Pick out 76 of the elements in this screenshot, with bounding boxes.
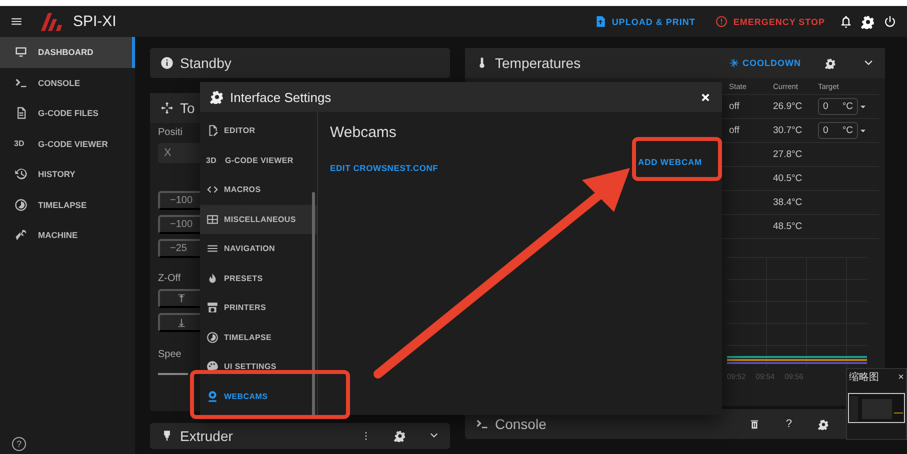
history-icon bbox=[14, 167, 28, 182]
settings-nav-item[interactable]: TIMELAPSE bbox=[200, 322, 317, 352]
settings-nav-item[interactable]: PRINTERS bbox=[200, 293, 317, 322]
current-temp-cell: 48.5°C bbox=[773, 221, 802, 232]
settings-icon bbox=[210, 90, 224, 104]
current-temp-cell: 26.9°C bbox=[773, 101, 802, 112]
sidebar-item[interactable]: DASHBOARD bbox=[0, 37, 135, 68]
current-temp-cell: 27.8°C bbox=[773, 149, 802, 160]
gear-icon bbox=[394, 430, 406, 442]
terminal-icon bbox=[475, 417, 489, 431]
grid-icon bbox=[206, 212, 219, 226]
sidebar-item[interactable]: G-CODE FILES bbox=[0, 98, 135, 128]
file-upload-icon bbox=[594, 15, 607, 28]
snowflake-icon bbox=[728, 58, 738, 68]
upload-print-button[interactable]: UPLOAD & PRINT bbox=[588, 11, 702, 32]
sidebar-item[interactable]: MACHINE bbox=[0, 220, 135, 250]
arrow-up-icon bbox=[176, 293, 187, 304]
monitor-icon bbox=[14, 45, 28, 60]
info-icon bbox=[160, 56, 174, 70]
settings-nav-item[interactable]: MISCELLANEOUS bbox=[200, 204, 317, 234]
settings-nav-item[interactable]: 3D G-CODE VIEWER bbox=[200, 146, 317, 175]
webcam-icon bbox=[206, 390, 219, 403]
panel-title: Console bbox=[495, 416, 546, 432]
panel-title: To bbox=[180, 100, 195, 116]
z-offset-label: Z-Off bbox=[158, 273, 181, 284]
target-input-field[interactable]: 0 °C bbox=[818, 98, 858, 115]
printer-icon bbox=[206, 301, 219, 314]
logo-icon bbox=[39, 10, 65, 32]
panel-title: Temperatures bbox=[495, 55, 581, 71]
settings-nav-item[interactable]: MACROS bbox=[200, 175, 317, 204]
current-temp-cell: 40.5°C bbox=[773, 173, 802, 184]
gear-icon bbox=[825, 58, 836, 68]
position-label: Positi bbox=[158, 127, 182, 138]
panel-title: Extruder bbox=[180, 428, 233, 444]
settings-nav-item[interactable]: UI SETTINGS bbox=[200, 352, 317, 382]
gear-icon bbox=[818, 418, 829, 430]
timelapse-icon bbox=[206, 330, 219, 344]
sidebar-item[interactable]: 3D G-CODE VIEWER bbox=[0, 128, 135, 159]
app-title: SPI-XI bbox=[73, 13, 116, 30]
power-button[interactable] bbox=[883, 14, 897, 28]
speed-label: Spee bbox=[158, 349, 182, 360]
settings-nav-item[interactable]: PRESETS bbox=[200, 264, 317, 293]
trash-icon bbox=[748, 418, 760, 430]
notification-button[interactable] bbox=[839, 14, 853, 28]
sidebar-item[interactable]: CONSOLE bbox=[0, 68, 135, 98]
current-temp-cell: 38.4°C bbox=[773, 197, 802, 208]
settings-button[interactable] bbox=[861, 14, 875, 28]
help-icon[interactable]: ? bbox=[12, 437, 26, 451]
settings-nav-item[interactable]: EDITOR bbox=[200, 116, 317, 146]
arrow-down-icon bbox=[176, 317, 187, 328]
bell-icon bbox=[839, 14, 853, 28]
settings-nav-item[interactable]: WEBCAMS bbox=[200, 382, 317, 411]
alert-icon bbox=[715, 15, 728, 28]
section-heading: Webcams bbox=[330, 124, 398, 141]
dialog-title: Interface Settings bbox=[230, 90, 332, 104]
popup-title: 缩略图 bbox=[849, 370, 879, 384]
target-input-field[interactable]: 0 °C bbox=[818, 122, 858, 139]
cooldown-button[interactable]: COOLDOWN bbox=[722, 57, 807, 69]
help-icon[interactable]: ? bbox=[786, 418, 792, 430]
power-icon bbox=[883, 14, 897, 28]
edit-config-link[interactable]: EDIT CROWSNEST.CONF bbox=[330, 163, 438, 173]
settings-nav-item[interactable]: NAVIGATION bbox=[200, 234, 317, 264]
add-webcam-button[interactable]: ADD WEBCAM bbox=[630, 151, 710, 173]
move-icon bbox=[160, 101, 174, 115]
close-button[interactable]: × bbox=[898, 372, 904, 382]
current-temp-cell: 30.7°C bbox=[773, 125, 802, 136]
scrollbar[interactable] bbox=[312, 192, 315, 417]
sidebar-item[interactable]: TIMELAPSE bbox=[0, 190, 135, 220]
sidebar-item[interactable]: HISTORY bbox=[0, 159, 135, 190]
panel-title: Standby bbox=[180, 55, 232, 71]
emergency-stop-button[interactable]: EMERGENCY STOP bbox=[709, 11, 831, 32]
state-cell: off bbox=[729, 101, 740, 112]
timelapse-icon bbox=[14, 198, 28, 212]
settings-icon bbox=[861, 14, 875, 28]
wrench-icon bbox=[14, 228, 28, 242]
state-cell: off bbox=[729, 125, 740, 136]
